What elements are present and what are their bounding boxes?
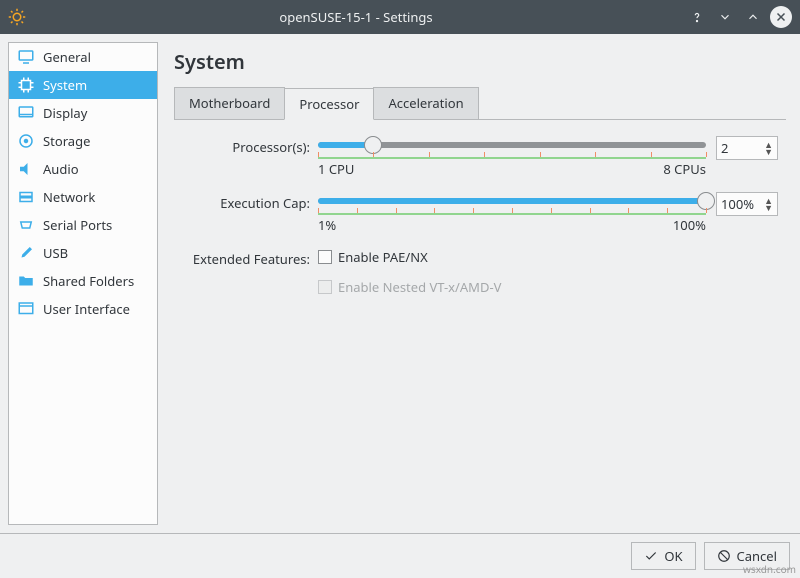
- sidebar-item-label: Audio: [43, 160, 79, 178]
- ok-button[interactable]: OK: [631, 542, 695, 570]
- cancel-icon: [717, 549, 731, 563]
- sidebar-item-label: User Interface: [43, 300, 130, 318]
- execution-cap-spinbox[interactable]: 100% ▲▼: [716, 192, 778, 216]
- sidebar-item-serial-ports[interactable]: Serial Ports: [9, 211, 157, 239]
- watermark: wsxdn.com: [743, 562, 796, 576]
- sidebar-item-system[interactable]: System: [9, 71, 157, 99]
- sidebar-item-display[interactable]: Display: [9, 99, 157, 127]
- page-title: System: [174, 48, 786, 75]
- row-extended-features: Extended Features: Enable PAE/NX Enable …: [182, 248, 778, 304]
- dialog-footer: OK Cancel: [0, 533, 800, 578]
- usb-icon: [17, 244, 35, 262]
- processors-max-label: 8 CPUs: [663, 160, 706, 178]
- app-icon: [8, 8, 32, 26]
- sidebar-item-audio[interactable]: Audio: [9, 155, 157, 183]
- tab-processor[interactable]: Processor: [284, 88, 374, 120]
- spin-arrows-icon: ▲▼: [764, 141, 773, 155]
- sidebar-item-label: Serial Ports: [43, 216, 112, 234]
- sidebar-item-label: System: [43, 76, 87, 94]
- sidebar-item-general[interactable]: General: [9, 43, 157, 71]
- ui-icon: [17, 300, 35, 318]
- audio-icon: [17, 160, 35, 178]
- tab-acceleration[interactable]: Acceleration: [373, 87, 478, 119]
- processors-value: 2: [721, 139, 728, 157]
- label-extended-features: Extended Features:: [182, 248, 318, 268]
- sidebar-item-label: Network: [43, 188, 95, 206]
- sidebar-item-label: Shared Folders: [43, 272, 134, 290]
- display-icon: [17, 104, 35, 122]
- label-execution-cap: Execution Cap:: [182, 192, 318, 212]
- checkbox-label: Enable PAE/NX: [338, 248, 428, 266]
- processors-min-label: 1 CPU: [318, 160, 354, 178]
- folder-icon: [17, 272, 35, 290]
- titlebar: openSUSE-15-1 - Settings: [0, 0, 800, 34]
- close-button[interactable]: [770, 6, 792, 28]
- sidebar-item-label: USB: [43, 244, 68, 262]
- sidebar-item-network[interactable]: Network: [9, 183, 157, 211]
- minimize-button[interactable]: [714, 6, 736, 28]
- exec-cap-value: 100%: [721, 195, 754, 213]
- checkbox-pae-nx[interactable]: Enable PAE/NX: [318, 248, 428, 266]
- sidebar-item-storage[interactable]: Storage: [9, 127, 157, 155]
- tab-motherboard[interactable]: Motherboard: [174, 87, 285, 119]
- monitor-icon: [17, 48, 35, 66]
- settings-window: openSUSE-15-1 - Settings General System …: [0, 0, 800, 578]
- sidebar-item-shared-folders[interactable]: Shared Folders: [9, 267, 157, 295]
- serial-icon: [17, 216, 35, 234]
- window-title: openSUSE-15-1 - Settings: [32, 8, 680, 26]
- sidebar-item-label: General: [43, 48, 91, 66]
- sidebar: General System Display Storage Audio Net…: [8, 42, 158, 525]
- network-icon: [17, 188, 35, 206]
- sidebar-item-usb[interactable]: USB: [9, 239, 157, 267]
- ok-label: OK: [664, 547, 682, 565]
- exec-cap-min-label: 1%: [318, 216, 336, 234]
- checkbox-label: Enable Nested VT-x/AMD-V: [338, 278, 501, 296]
- checkbox-icon: [318, 250, 332, 264]
- row-execution-cap: Execution Cap: 1%: [182, 192, 778, 234]
- sidebar-item-label: Storage: [43, 132, 90, 150]
- maximize-button[interactable]: [742, 6, 764, 28]
- spin-arrows-icon: ▲▼: [764, 197, 773, 211]
- storage-icon: [17, 132, 35, 150]
- sidebar-item-label: Display: [43, 104, 87, 122]
- checkbox-nested-vt: Enable Nested VT-x/AMD-V: [318, 278, 501, 296]
- processor-panel: Processor(s): 1 C: [174, 120, 786, 326]
- chip-icon: [17, 76, 35, 94]
- label-processors: Processor(s):: [182, 136, 318, 156]
- help-button[interactable]: [686, 6, 708, 28]
- tabs: Motherboard Processor Acceleration: [174, 87, 786, 120]
- processors-spinbox[interactable]: 2 ▲▼: [716, 136, 778, 160]
- sidebar-item-user-interface[interactable]: User Interface: [9, 295, 157, 323]
- exec-cap-max-label: 100%: [673, 216, 706, 234]
- main-panel: System Motherboard Processor Acceleratio…: [168, 42, 792, 525]
- check-icon: [644, 549, 658, 563]
- row-processors: Processor(s): 1 C: [182, 136, 778, 178]
- checkbox-icon: [318, 280, 332, 294]
